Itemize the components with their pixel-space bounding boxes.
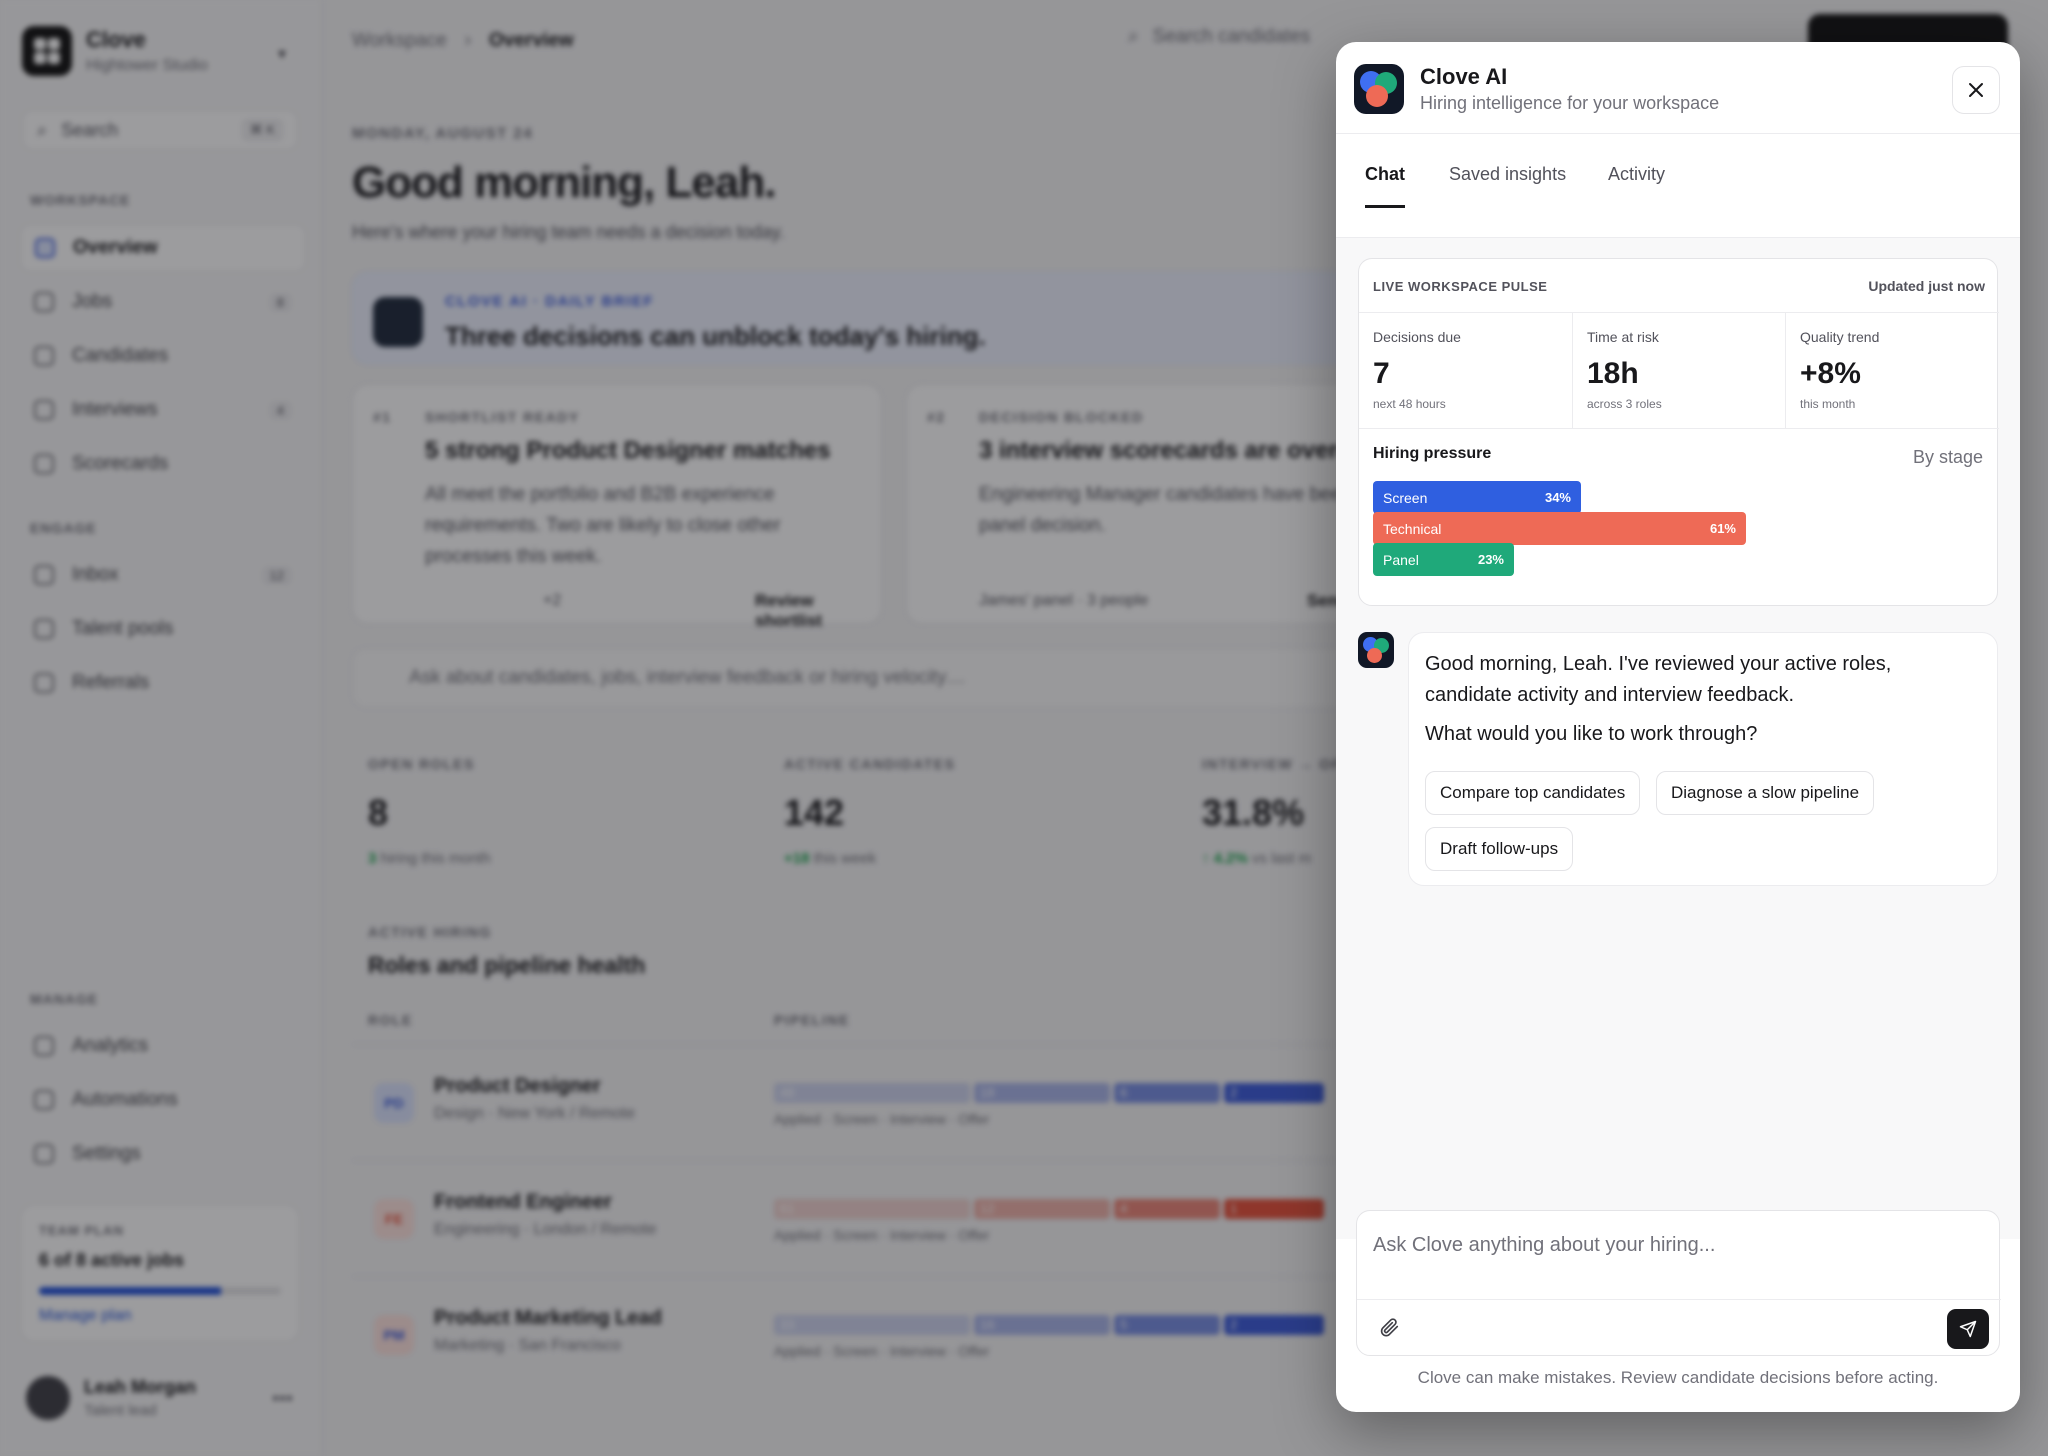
bar-label: Panel [1383,552,1419,568]
panel-header: Clove AI Hiring intelligence for your wo… [1336,42,2020,134]
bar-value: 34% [1544,490,1571,505]
panel-subtitle: Hiring intelligence for your workspace [1420,93,1720,113]
metric-label: Decisions due [1373,329,1461,345]
hiring-pressure-title: Hiring pressure [1373,445,1492,462]
metric-quality-trend: Quality trend +8% this month [1785,313,1999,429]
pulse-header: LIVE WORKSPACE PULSE Updated just now [1359,259,1999,313]
bar-value: 23% [1477,552,1504,567]
clove-ai-panel: Clove AI Hiring intelligence for your wo… [1336,42,2020,1412]
metric-label: Quality trend [1800,329,1880,345]
assistant-message: Good morning, Leah. I've reviewed your a… [1408,632,1998,886]
metric-label: Time at risk [1587,329,1659,345]
close-icon [1969,83,1983,97]
attach-button[interactable] [1373,1311,1405,1343]
suggestion-compare-top-candidates[interactable]: Compare top candidates [1425,771,1641,815]
suggestion-diagnose-slow-pipeline[interactable]: Diagnose a slow pipeline [1656,771,1875,815]
pressure-bar-panel: Panel 23% [1373,543,1514,576]
send-button[interactable] [1947,1309,1989,1349]
pressure-bar-screen: Screen 34% [1373,481,1581,514]
chat-input[interactable] [1373,1225,1983,1265]
metric-note: across 3 roles [1587,397,1662,411]
suggestion-draft-follow-ups[interactable]: Draft follow-ups [1425,827,1574,871]
pulse-label: LIVE WORKSPACE PULSE [1373,279,1548,294]
bar-label: Screen [1383,490,1428,506]
metric-note: this month [1800,397,1856,411]
tab-saved-insights[interactable]: Saved insights [1449,164,1566,205]
tab-activity[interactable]: Activity [1608,164,1665,205]
pulse-updated: Updated just now [1868,278,1985,294]
metric-time-at-risk: Time at risk 18h across 3 roles [1572,313,1785,429]
metric-note: next 48 hours [1373,397,1446,411]
metric-value: +8% [1800,357,1861,390]
chat-body[interactable]: LIVE WORKSPACE PULSE Updated just now De… [1336,238,2020,1239]
assistant-avatar-icon [1358,632,1394,668]
metric-value: 18h [1587,357,1639,390]
clove-ai-logo-icon [1354,64,1404,114]
chat-composer [1356,1210,2001,1356]
bar-label: Technical [1383,521,1442,537]
pressure-bar-technical: Technical 61% [1373,512,1746,545]
bar-value: 61% [1709,521,1736,536]
message-text: Good morning, Leah. I've reviewed your a… [1425,653,1892,706]
composer-divider [1357,1299,2001,1300]
workspace-pulse-card: LIVE WORKSPACE PULSE Updated just now De… [1358,258,1999,606]
tab-chat[interactable]: Chat [1365,164,1405,208]
disclaimer: Clove can make mistakes. Review candidat… [1417,1368,1939,1387]
hiring-pressure-mode[interactable]: By stage [1913,447,1983,468]
panel-tabs: Chat Saved insights Activity [1336,134,2020,238]
send-icon [1959,1320,1977,1338]
paperclip-icon [1380,1318,1399,1337]
panel-title: Clove AI [1420,64,1508,89]
metric-decisions-due: Decisions due 7 next 48 hours [1359,313,1572,429]
metric-value: 7 [1373,357,1390,390]
message-question: What would you like to work through? [1425,723,1758,745]
close-button[interactable] [1952,66,2000,114]
